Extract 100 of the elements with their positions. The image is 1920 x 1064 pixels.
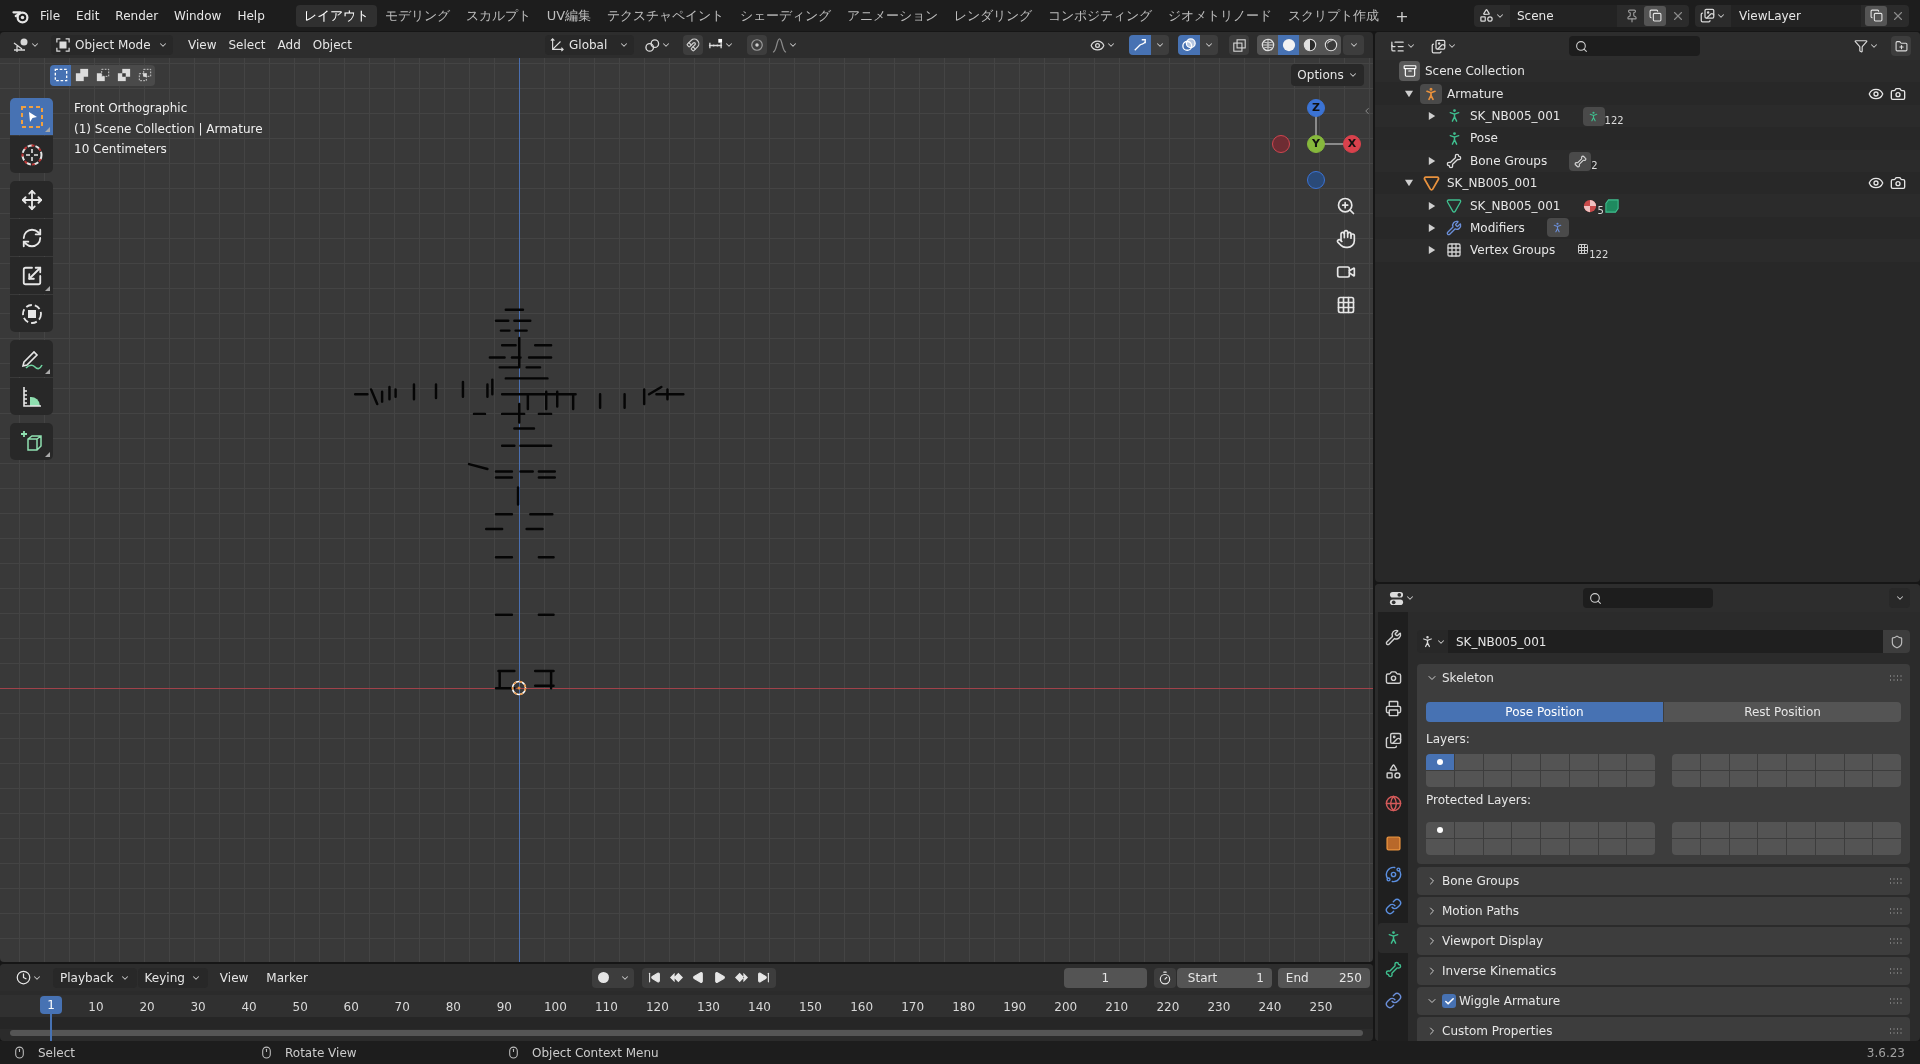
tool-button[interactable]	[10, 181, 53, 218]
current-frame-field[interactable]: 1	[1063, 967, 1147, 988]
orientation-dropdown[interactable]: Global	[545, 35, 634, 55]
3d-viewport[interactable]: Options Front Orthographic (1) Scene Collection | Armature 10 Centimeters Z Y X	[0, 58, 1373, 962]
menu-item[interactable]: Add	[271, 35, 307, 55]
shading-mode-button[interactable]	[1257, 35, 1278, 55]
scene-name-field[interactable]: Scene	[1510, 4, 1617, 27]
fake-user-button[interactable]	[1883, 630, 1910, 653]
axis-handle[interactable]: Y	[1307, 135, 1325, 153]
bone-icon[interactable]	[1569, 151, 1592, 171]
axis-handle[interactable]: X	[1343, 135, 1361, 153]
chevron-left-icon[interactable]	[1362, 105, 1372, 117]
outliner-item-name[interactable]: Armature	[1447, 84, 1504, 103]
person-figure-icon[interactable]	[1582, 106, 1605, 126]
position-toggle[interactable]: Rest Position	[1664, 702, 1901, 722]
position-toggle[interactable]: Pose Position	[1426, 702, 1663, 722]
tool-button[interactable]	[10, 295, 53, 332]
copy-button[interactable]	[1644, 5, 1666, 26]
menu-dropdown[interactable]: Playback	[53, 967, 137, 988]
outliner-item-name[interactable]: SK_NB005_001	[1470, 106, 1561, 125]
workspace-tab[interactable]: テクスチャペイント	[599, 4, 733, 27]
triangle-diamond-icon[interactable]	[668, 971, 684, 984]
tool-button[interactable]	[10, 136, 53, 173]
play-icon[interactable]	[712, 971, 726, 984]
layer-toggle[interactable]	[1426, 822, 1454, 838]
menu-item[interactable]: Select	[222, 35, 272, 55]
shading-mode-button[interactable]	[1299, 35, 1320, 55]
collapsed-arrow-icon[interactable]	[1428, 223, 1436, 232]
workspace-tab[interactable]: レイアウト	[295, 4, 377, 27]
grid-icon[interactable]	[1577, 243, 1590, 256]
selection-mode-button[interactable]	[50, 64, 71, 86]
panel-title[interactable]: Bone Groups	[1442, 872, 1520, 890]
gizmo-toggle[interactable]	[1129, 35, 1151, 55]
tool-button[interactable]	[10, 378, 53, 415]
selection-mode-button[interactable]	[71, 64, 92, 86]
collapsed-arrow-icon[interactable]	[1428, 246, 1436, 255]
layer-toggle[interactable]	[1426, 771, 1454, 787]
tool-button[interactable]	[10, 257, 53, 294]
outliner-item-name[interactable]: Scene Collection	[1425, 62, 1525, 81]
options-dropdown[interactable]: Options	[1291, 64, 1364, 86]
end-frame-field[interactable]: 250	[1338, 968, 1362, 987]
new-collection-button[interactable]	[1891, 36, 1911, 56]
menu-item[interactable]: Object	[306, 35, 358, 55]
search-field[interactable]	[1583, 588, 1713, 608]
workspace-tab[interactable]: コンポジティング	[1040, 4, 1161, 27]
current-frame-marker[interactable]: 1	[40, 996, 62, 1014]
preview-range-toggle[interactable]	[1153, 967, 1176, 988]
timeline-scrollbar[interactable]	[10, 1030, 1363, 1036]
zoom-in-icon[interactable]	[1336, 196, 1356, 216]
outliner-item-name[interactable]: Modifiers	[1470, 218, 1525, 237]
pin-icon[interactable]	[1625, 8, 1639, 23]
camera-icon[interactable]	[1890, 85, 1906, 102]
view-layer-name-field[interactable]: ViewLayer	[1731, 4, 1861, 27]
workspace-tab[interactable]: スクリプト作成	[1280, 4, 1388, 27]
collapsed-arrow-icon[interactable]	[1428, 111, 1436, 120]
panel-title[interactable]: Skeleton	[1442, 669, 1494, 687]
menu-item[interactable]: Window	[166, 4, 230, 27]
menu-item[interactable]: Marker	[260, 967, 314, 988]
proportional-edit-toggle[interactable]	[747, 35, 767, 55]
menu-item[interactable]: File	[32, 4, 69, 27]
panel-title[interactable]: Wiggle Armature	[1459, 992, 1561, 1010]
axis-handle[interactable]	[1307, 171, 1325, 189]
workspace-tab[interactable]: ジオメトリノード	[1160, 4, 1281, 27]
workspace-tab[interactable]: レンダリング	[946, 4, 1041, 27]
start-frame-field[interactable]: 1	[1256, 968, 1264, 987]
menu-item[interactable]: View	[213, 967, 255, 988]
axis-handle[interactable]	[1272, 135, 1290, 153]
tool-button[interactable]	[10, 219, 53, 256]
workspace-tab[interactable]: UV編集	[538, 4, 600, 27]
selection-mode-button[interactable]	[134, 64, 155, 86]
workspace-tab[interactable]: モデリング	[376, 4, 458, 27]
hand-icon[interactable]	[1336, 229, 1356, 249]
play-backward-icon[interactable]	[691, 971, 705, 984]
copy-button[interactable]	[1865, 5, 1887, 26]
panel-title[interactable]: Motion Paths	[1442, 902, 1520, 920]
tool-button[interactable]	[10, 423, 53, 460]
menu-item[interactable]: Help	[229, 4, 273, 27]
workspace-tab[interactable]: スカルプト	[457, 4, 539, 27]
mode-dropdown[interactable]: Object Mode	[51, 35, 173, 55]
collapsed-arrow-icon[interactable]	[1428, 156, 1436, 165]
search-field[interactable]	[1569, 36, 1700, 56]
options-dropdown[interactable]	[1889, 588, 1910, 608]
panel-title[interactable]: Viewport Display	[1442, 932, 1544, 950]
outliner-item-name[interactable]: SK_NB005_001	[1447, 174, 1538, 193]
layer-toggle[interactable]	[1454, 771, 1483, 787]
menu-dropdown[interactable]: Keying	[137, 967, 208, 988]
skip-back-icon[interactable]	[647, 971, 661, 984]
expanded-arrow-icon[interactable]	[1405, 89, 1413, 98]
xray-toggle[interactable]	[1229, 35, 1249, 55]
shading-mode-button[interactable]	[1320, 35, 1341, 55]
camera-icon[interactable]	[1890, 175, 1906, 192]
grid-icon[interactable]	[1336, 295, 1356, 315]
add-workspace-button[interactable]: +	[1391, 4, 1413, 27]
properties-tab[interactable]	[1378, 922, 1408, 953]
diamond-triangle-icon[interactable]	[733, 971, 749, 984]
checkered-ball-icon[interactable]	[1582, 198, 1597, 213]
collapsed-arrow-icon[interactable]	[1428, 201, 1436, 210]
person-figure-icon[interactable]	[1546, 218, 1569, 238]
checkbox[interactable]	[1442, 994, 1456, 1008]
layer-toggle[interactable]	[1454, 754, 1483, 770]
